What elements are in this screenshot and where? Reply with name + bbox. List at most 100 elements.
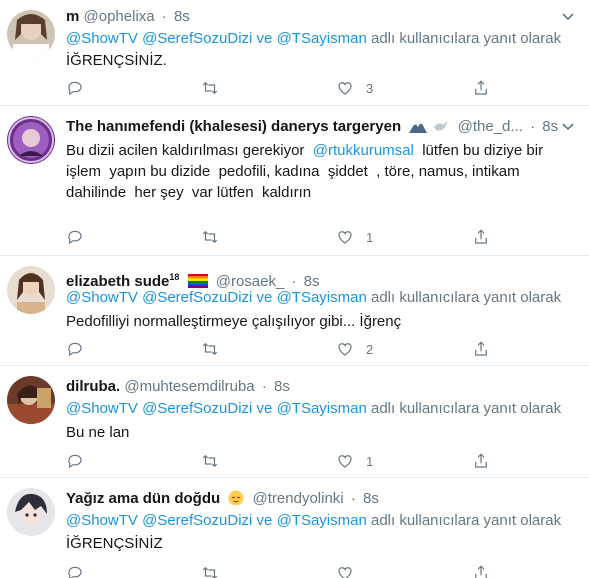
mention-link[interactable]: @ShowTV <box>66 400 138 417</box>
retweet-icon <box>202 454 218 468</box>
display-name[interactable]: The hanımefendi (khalesesi) danerys targ… <box>66 118 401 135</box>
reply-button[interactable] <box>66 77 84 99</box>
tweet-text: İĞRENÇSİNİZ <box>66 535 163 552</box>
like-button[interactable]: 3 <box>336 77 373 99</box>
display-name[interactable]: Yağız ama dün doğdu <box>66 490 220 507</box>
display-name[interactable]: dilruba. <box>66 378 120 395</box>
reply-icon <box>68 230 82 245</box>
tweet[interactable]: Yağız ama dün doğdu @trendyolinki · 8s @… <box>0 478 589 578</box>
reply-icon <box>68 81 82 96</box>
mention-link[interactable]: @TSayisman <box>277 289 367 306</box>
dove-emoji-icon <box>434 121 449 131</box>
display-name[interactable]: m <box>66 8 79 25</box>
mention-connector: ve <box>256 289 273 306</box>
share-button[interactable] <box>472 562 490 578</box>
share-button[interactable] <box>472 450 490 472</box>
share-button[interactable] <box>472 338 490 360</box>
mention-link[interactable]: @SerefSozuDizi <box>142 512 252 529</box>
reply-button[interactable] <box>66 562 84 578</box>
action-bar: 1 <box>66 450 506 472</box>
share-button[interactable] <box>472 226 490 248</box>
retweet-icon <box>202 81 218 95</box>
like-button[interactable]: 2 <box>336 338 373 360</box>
tweet[interactable]: m @ophelixa · 8s @ShowTV @SerefSozuDizi … <box>0 0 589 106</box>
avatar[interactable] <box>7 376 55 424</box>
mention-link[interactable]: @rtukkurumsal <box>313 142 414 159</box>
like-button[interactable]: 1 <box>336 450 373 472</box>
like-count: 2 <box>366 341 374 357</box>
reply-button[interactable] <box>66 338 84 360</box>
mention-link[interactable]: @TSayisman <box>277 400 367 417</box>
share-button[interactable] <box>472 77 490 99</box>
like-count: 1 <box>366 229 374 245</box>
like-button[interactable]: 1 <box>336 226 373 248</box>
user-handle[interactable]: @the_d... <box>458 118 523 135</box>
mention-link[interactable]: @SerefSozuDizi <box>142 289 252 306</box>
mention-link[interactable]: @SerefSozuDizi <box>142 400 252 417</box>
mention-link[interactable]: @TSayisman <box>277 30 367 47</box>
tweet-text: İĞRENÇSİNİZ. <box>66 52 167 69</box>
reply-icon <box>68 566 82 578</box>
reply-icon <box>68 454 82 469</box>
mention-link[interactable]: @ShowTV <box>66 30 138 47</box>
user-handle[interactable]: @muhtesemdilruba <box>124 378 254 395</box>
retweet-button[interactable] <box>201 450 219 472</box>
mention-link[interactable]: @ShowTV <box>66 512 138 529</box>
tweet-time[interactable]: 8s <box>174 8 190 25</box>
heart-icon <box>338 567 352 578</box>
separator-dot: · <box>161 8 167 25</box>
action-bar: 1 <box>66 226 506 248</box>
chevron-down-icon[interactable] <box>561 10 575 24</box>
like-button[interactable] <box>336 562 366 578</box>
user-handle[interactable]: @ophelixa <box>84 8 155 25</box>
mention-link[interactable]: @SerefSozuDizi <box>142 30 252 47</box>
mention-connector: ve <box>256 30 273 47</box>
reply-prefix: adlı kullanıcılara yanıt olarak <box>370 512 562 529</box>
mention-connector: ve <box>256 512 273 529</box>
tweet-time[interactable]: 8s <box>274 378 290 395</box>
user-handle[interactable]: @trendyolinki <box>253 490 344 507</box>
tweet-text: Bu ne lan <box>66 424 130 441</box>
tweet[interactable]: dilruba. @muhtesemdilruba · 8s @ShowTV @… <box>0 366 589 478</box>
reply-icon <box>68 342 82 357</box>
tweet-text-part: Bu dizii acilen kaldırılması gerekiyor <box>66 142 313 159</box>
chevron-down-icon[interactable] <box>561 120 575 134</box>
reply-button[interactable] <box>66 226 84 248</box>
tweet-time[interactable]: 8s <box>363 490 379 507</box>
tweet-time[interactable]: 8s <box>542 118 558 135</box>
rainbow-flag-icon <box>187 274 208 288</box>
avatar[interactable] <box>7 488 55 536</box>
heart-icon <box>338 455 352 468</box>
avatar[interactable] <box>7 10 55 58</box>
retweet-button[interactable] <box>201 226 219 248</box>
heart-icon <box>338 82 352 95</box>
tweet-text: Pedofilliyi normalleştirmeye çalışılıyor… <box>66 313 402 330</box>
mention-link[interactable]: @ShowTV <box>66 289 138 306</box>
share-icon <box>475 341 487 356</box>
heart-icon <box>338 343 352 356</box>
name-superscript: 18 <box>169 272 180 282</box>
mention-link[interactable]: @TSayisman <box>277 512 367 529</box>
reply-button[interactable] <box>66 450 84 472</box>
like-count: 1 <box>366 453 374 469</box>
reply-prefix: adlı kullanıcılara yanıt olarak <box>370 400 562 417</box>
retweet-icon <box>202 566 218 578</box>
mountain-emoji-icon <box>409 122 428 133</box>
tweet[interactable]: elizabeth sude18 @rosaek_ · 8s @ShowTV @… <box>0 256 589 366</box>
tweet[interactable]: The hanımefendi (khalesesi) danerys targ… <box>0 106 589 256</box>
retweet-button[interactable] <box>201 562 219 578</box>
retweet-button[interactable] <box>201 77 219 99</box>
action-bar: 3 <box>66 77 506 99</box>
retweet-icon <box>202 342 218 356</box>
share-icon <box>475 80 487 95</box>
share-icon <box>475 453 487 468</box>
separator-dot: · <box>350 490 356 507</box>
avatar[interactable] <box>7 116 55 164</box>
separator-dot: · <box>530 118 536 135</box>
tweet-text: Bu dizii acilen kaldırılması gerekiyor @… <box>66 140 586 203</box>
retweet-button[interactable] <box>201 338 219 360</box>
action-bar <box>66 562 506 578</box>
heart-icon <box>338 231 352 244</box>
avatar[interactable] <box>7 266 55 314</box>
reply-context: @ShowTV @SerefSozuDizi ve @TSayisman adl… <box>66 399 561 419</box>
